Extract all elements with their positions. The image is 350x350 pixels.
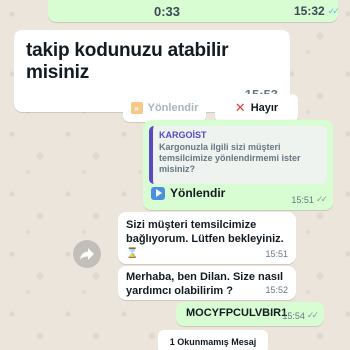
forward-message-button[interactable] [73, 240, 101, 268]
incoming-message-bubble[interactable]: Sizi müşteri temsilcimize bağlıyorum. Lü… [118, 212, 296, 264]
incoming-message-bubble[interactable]: Merhaba, ben Dilan. Size nasıl yardımcı … [118, 266, 296, 300]
time-label: 15:51 [291, 194, 314, 205]
delivered-ticks-icon: ✓✓ [315, 194, 328, 204]
message-text: Yönlendir [170, 186, 226, 200]
unread-messages-banner: 1 Okunmamış Mesaj [158, 330, 268, 350]
share-arrow-icon [80, 248, 94, 260]
message-time: 15:51 [265, 249, 288, 259]
audio-message-bubble[interactable]: 0:33 15:32 ✓✓ [48, 0, 340, 22]
cross-icon: ✕ [234, 100, 246, 115]
message-time: 15:51 ✓✓ [291, 194, 328, 205]
quick-reply-forward-button[interactable]: » Yönlendir [123, 94, 206, 122]
quick-reply-label: Hayır [250, 102, 279, 114]
message-text: takip kodunuzu atabilir misiniz [26, 40, 229, 83]
audio-duration: 0:33 [154, 4, 181, 19]
message-text: Sizi müşteri temsilcimize bağlıyorum. Lü… [126, 219, 284, 245]
quote-sender: KARGOİST [159, 130, 207, 140]
quote-text: Kargonuzla ilgili sizi müşteri temsilcim… [159, 142, 301, 174]
outgoing-message-bubble[interactable]: MOCYFPCULVBIR1 15:54 ✓✓ [176, 302, 324, 326]
audio-time-label: 15:32 [294, 4, 325, 18]
fast-forward-icon: » [130, 102, 143, 114]
outgoing-reply-bubble[interactable]: KARGOİST Kargonuzla ilgili sizi müşteri … [143, 120, 333, 210]
hourglass-icon: ⌛ [126, 248, 139, 259]
message-time: 15:52 [265, 285, 288, 295]
message-time: 15:32 ✓✓ [294, 4, 340, 18]
quoted-message[interactable]: KARGOİST Kargonuzla ilgili sizi müşteri … [149, 126, 327, 184]
quick-reply-no-button[interactable]: ✕ Hayır [215, 94, 298, 122]
play-icon [151, 186, 165, 200]
quick-reply-label: Yönlendir [147, 102, 199, 114]
time-label: 15:54 [282, 310, 305, 321]
message-text: MOCYFPCULVBIR1 [186, 307, 288, 319]
message-time: 15:54 ✓✓ [282, 310, 319, 321]
read-ticks-icon: ✓✓ [327, 5, 340, 16]
delivered-ticks-icon: ✓✓ [306, 310, 319, 320]
reply-body: Yönlendir [151, 186, 225, 200]
